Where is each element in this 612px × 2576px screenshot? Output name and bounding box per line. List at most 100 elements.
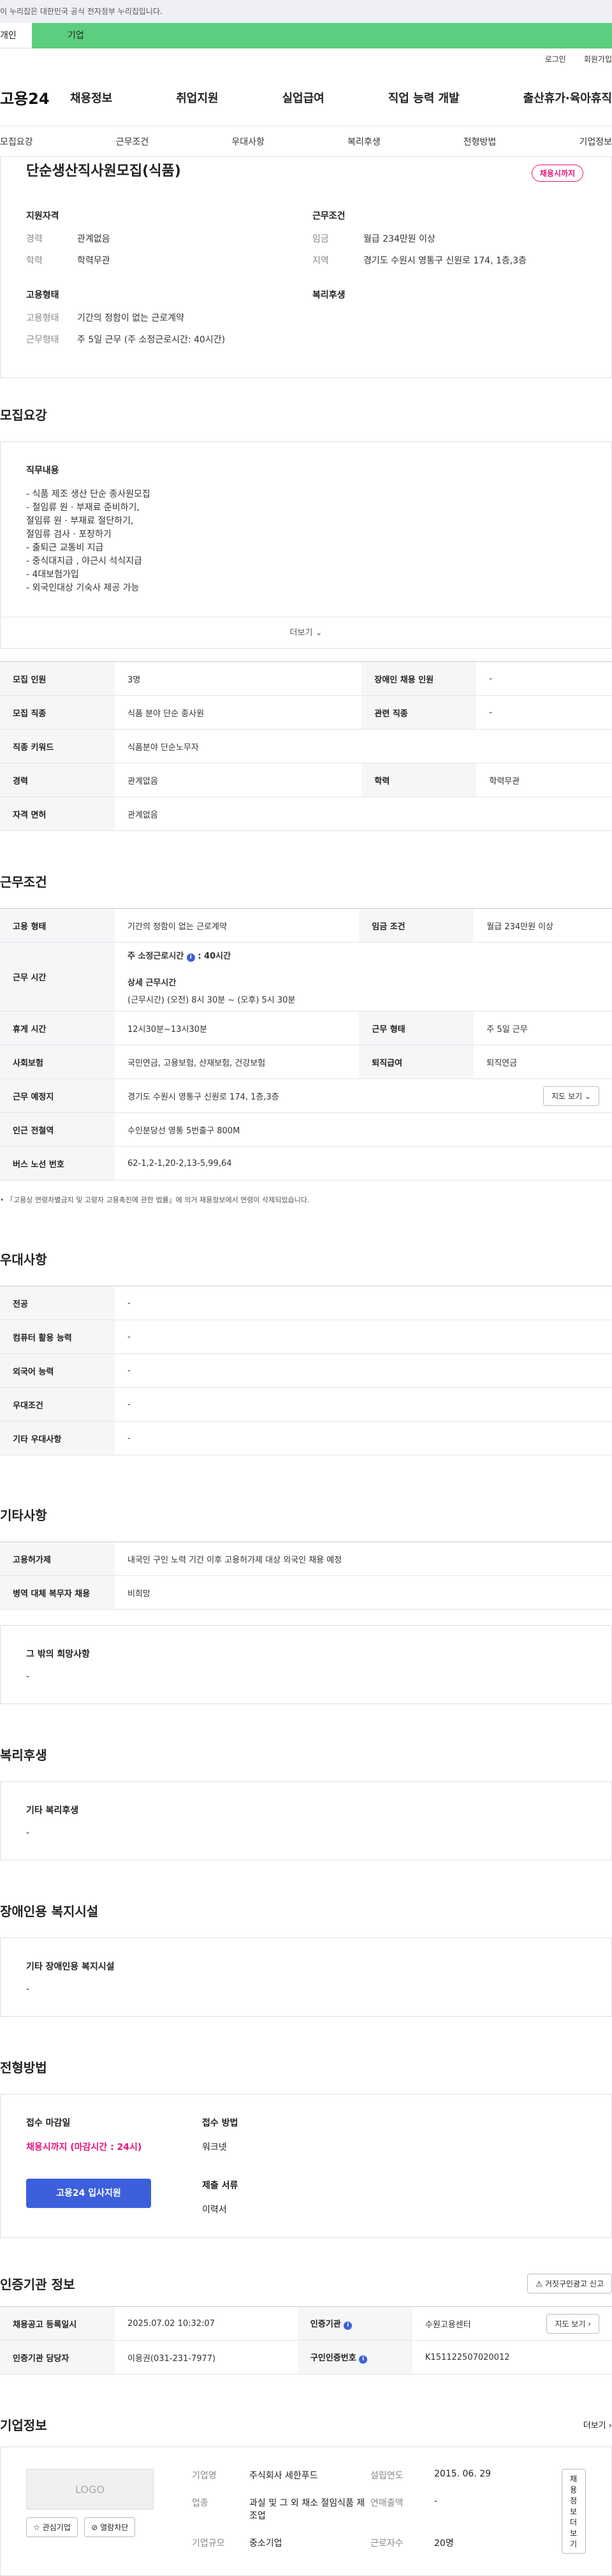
tab-personal[interactable]: 개인 [0,23,32,48]
chevron-down-icon: ⌄ [315,628,323,638]
company-name: 주식회사 세한푸드 [249,2471,318,2481]
label: 임금 [312,234,329,244]
cell-label: 고용 형태 [0,908,115,943]
menu-leave[interactable]: 출산휴가·육아휴직 [523,89,612,106]
subnav-welfare[interactable]: 복리후생 [347,135,381,148]
value: - [434,2496,438,2506]
label: 기업명 [192,2471,217,2481]
subnav-company[interactable]: 기업정보 [579,135,612,148]
etc-table: 고용허가제 내국인 구인 노력 기간 이후 고용허가제 대상 외국인 채용 예정 … [0,1542,612,1610]
utility-links: 로그인 회원가입 [0,48,612,69]
label: 학력 [26,256,43,266]
etc-title: 기타사항 [0,1508,47,1523]
block-icon: ⊘ [91,2523,98,2532]
cell-label: 인근 전철역 [0,1112,115,1147]
cell-label: 근무 형태 [359,1011,474,1045]
cell-value: 12시30분~13시30분 [115,1011,360,1045]
welfare-box: 기타 복리후생 - [0,1781,612,1860]
map-button[interactable]: 지도 보기 ⌄ [543,1086,599,1106]
cell-value: 관계없음 [115,763,362,797]
block-button[interactable]: ⊘ 열람차단 [84,2517,136,2537]
label: 기업규모 [192,2538,225,2549]
welfare-box-heading: 기타 복리후생 [26,1806,79,1816]
more-button[interactable]: 더보기 ⌄ [0,617,612,649]
join-link[interactable]: 회원가입 [584,54,612,64]
info-icon[interactable]: i [186,953,195,962]
table-row: 근무 시간 주 소정근로시간 i : 40시간 상세 근무시간 (근무시간) (… [0,942,612,1012]
cell-value: - [115,1421,612,1455]
job-title: 단순생산직사원모집(식품) [26,163,181,179]
company-jobs-button[interactable]: 채용정보 더보기 [562,2469,586,2554]
cell-value: 관계없음 [115,797,612,831]
table-row: 외국어 능력 - [0,1353,612,1388]
subnav-selection[interactable]: 전형방법 [463,135,497,148]
cert-title: 인증기관 정보 [0,2277,75,2292]
time-detail: (근무시간) (오전) 8시 30분 ~ (오후) 5시 30분 [127,995,296,1005]
cell-label: 전공 [0,1286,115,1320]
menu-unemployment[interactable]: 실업급여 [282,89,324,106]
duty-box: 직무내용 - 식품 제조 생산 단순 종사원모집 - 절임류 원 · 부재료 준… [0,441,612,617]
company-box: LOGO ☆ 관심기업 ⊘ 열람차단 기업명 주식회사 세한푸드 설립연도 20… [0,2447,612,2576]
table-row: 인증기관 담당자 이용권(031-231-7977) 구인인증번호 i K151122… [0,2340,612,2374]
cell-value: 기간의 정함이 없는 근로계약 [115,908,360,943]
disability-box-heading: 기타 장애인용 복지시설 [26,1962,115,1972]
favorite-label: 관심기업 [42,2523,71,2532]
menu-employment-support[interactable]: 취업지원 [176,89,218,106]
docs-value: 이력서 [202,2205,227,2215]
cell-label: 경력 [0,763,115,797]
job-summary: 단순생산직사원모집(식품) 채용시까지 지원자격 경력 관계없음 학력 학력무관 근… [0,157,612,378]
report-button[interactable]: ⚠ 거짓구인광고 신고 [527,2274,612,2293]
table-row: 사회보험 국민연금, 고용보험, 산재보험, 건강보험 퇴직급여 퇴직연금 [0,1045,612,1079]
value: 과실 및 그 외 채소 절임식품 제조업 [249,2498,365,2521]
cell-label: 인증기관 담당자 [0,2340,115,2374]
label: 연매출액 [370,2498,404,2508]
label: 설립연도 [370,2471,404,2481]
company-details: 기업명 주식회사 세한푸드 설립연도 2015. 06. 29 업종 과실 및 … [192,2469,523,2554]
work-table: 고용 형태 기간의 정함이 없는 근로계약 임금 조건 월급 234만원 이상 근무 … [0,908,612,1181]
login-link[interactable]: 로그인 [545,54,566,64]
favorite-button[interactable]: ☆ 관심기업 [26,2517,78,2537]
value: 2015. 06. 29 [434,2469,492,2479]
site-logo[interactable]: 고용24 [0,86,70,108]
method-label: 접수 방법 [202,2118,238,2128]
pref-title: 우대사항 [0,1252,47,1267]
cell-value: 식품분야 단순노무자 [115,729,612,763]
label: 근무형태 [26,335,59,345]
table-row: 전공 - [0,1286,612,1320]
report-label: 거짓구인광고 신고 [544,2279,604,2288]
cond-heading: 근무조건 [312,211,346,221]
selection-title: 전형방법 [0,2060,47,2075]
time-main-value: : 40시간 [198,951,231,961]
menu-training[interactable]: 직업 능력 개발 [388,89,460,106]
company-more-label: 더보기 [583,2421,606,2431]
cell-label: 장애인 채용 인원 [361,661,477,696]
cell-value: - [476,695,612,730]
cell-value: 2025.07.02 10:32:07 [115,2306,298,2341]
cell-value: 학력무관 [476,763,612,797]
tab-company[interactable]: 기업 [32,23,612,48]
disability-box: 기타 장애인용 복지시설 - [0,1938,612,2017]
other-wishes-heading: 그 밖의 희망사항 [26,1649,90,1660]
cell-label: 직종 키워드 [0,729,115,763]
menu-jobs[interactable]: 채용정보 [70,89,112,106]
welfare-heading: 복리후생 [312,290,346,300]
cell-label: 학력 [361,763,477,797]
deadline-badge: 채용시까지 [531,165,583,182]
table-row: 고용허가제 내국인 구인 노력 기간 이후 고용허가제 대상 외국인 채용 예정 [0,1542,612,1576]
company-more-link[interactable]: 더보기 › [583,2418,612,2431]
recruit-title: 모집요강 [0,408,47,423]
cell-label: 자격 면허 [0,797,115,831]
info-icon[interactable]: i [344,2322,353,2330]
cell-label: 기타 우대사항 [0,1421,115,1455]
table-row: 근무 예정지 경기도 수원시 영통구 신원로 174, 1층,3층 지도 보기 ⌄ [0,1078,612,1113]
subnav-work[interactable]: 근무조건 [116,135,149,148]
main-menu: 채용정보 취업지원 실업급여 직업 능력 개발 출산휴가·육아휴직 [70,89,612,106]
table-row: 직종 키워드 식품분야 단순노무자 [0,729,612,763]
subnav-pref[interactable]: 우대사항 [231,135,265,148]
cell-value: - [115,1286,612,1320]
company-title: 기업정보 [0,2418,47,2433]
apply-button[interactable]: 고용24 입사지원 [26,2179,151,2208]
subnav-recruit[interactable]: 모집요강 [0,135,33,148]
info-icon[interactable]: i [359,2355,368,2364]
cert-map-button[interactable]: 지도 보기 › [546,2313,599,2334]
